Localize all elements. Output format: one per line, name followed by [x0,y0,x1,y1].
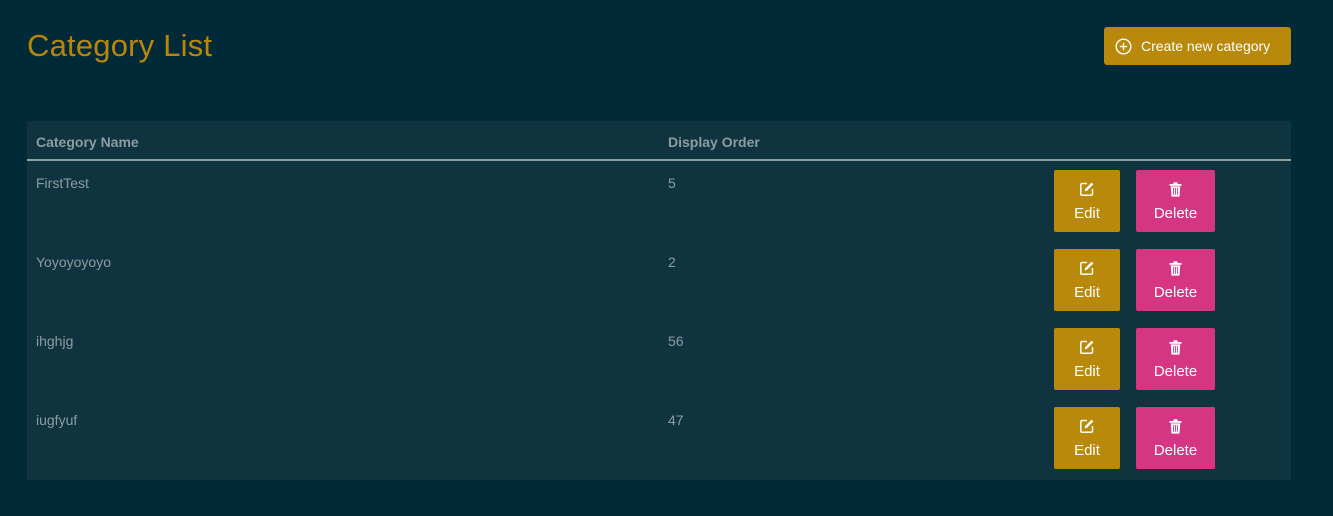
table-header: Category Name Display Order [27,121,1291,161]
display-order-cell: 2 [668,254,676,270]
table-body: FirstTest 5 Edit Delete Yoyoyoyoyo 2 Edi… [27,161,1291,477]
edit-label: Edit [1074,442,1100,459]
edit-icon [1079,339,1095,355]
display-order-cell: 56 [668,333,684,349]
display-order-cell: 5 [668,175,676,191]
delete-button[interactable]: Delete [1136,407,1215,469]
delete-label: Delete [1153,442,1198,459]
trash-icon [1169,418,1182,434]
delete-label: Delete [1153,363,1198,380]
table-row: ihghjg 56 Edit Delete [27,319,1291,398]
column-header-display-order: Display Order [668,134,760,150]
edit-label: Edit [1074,284,1100,301]
page-title: Category List [27,28,213,63]
table-row: FirstTest 5 Edit Delete [27,161,1291,240]
display-order-cell: 47 [668,412,684,428]
edit-button[interactable]: Edit [1054,249,1120,311]
delete-button[interactable]: Delete [1136,249,1215,311]
plus-circle-icon [1115,37,1132,55]
table-row: iugfyuf 47 Edit Delete [27,398,1291,477]
column-header-category-name: Category Name [36,134,139,150]
create-category-button[interactable]: Create new category [1104,27,1291,65]
edit-icon [1079,260,1095,276]
edit-button[interactable]: Edit [1054,407,1120,469]
edit-button[interactable]: Edit [1054,328,1120,390]
edit-label: Edit [1074,205,1100,222]
category-name-cell: Yoyoyoyoyo [36,254,111,270]
category-name-cell: iugfyuf [36,412,78,428]
create-category-label: Create new category [1141,38,1271,54]
delete-button[interactable]: Delete [1136,170,1215,232]
trash-icon [1169,339,1182,355]
category-name-cell: ihghjg [36,333,74,349]
trash-icon [1169,260,1182,276]
edit-icon [1079,418,1095,434]
delete-label: Delete [1153,284,1198,301]
edit-icon [1079,181,1095,197]
delete-label: Delete [1153,205,1198,222]
edit-label: Edit [1074,363,1100,380]
delete-button[interactable]: Delete [1136,328,1215,390]
table-row: Yoyoyoyoyo 2 Edit Delete [27,240,1291,319]
category-name-cell: FirstTest [36,175,89,191]
category-table: Category Name Display Order FirstTest 5 … [27,121,1291,480]
edit-button[interactable]: Edit [1054,170,1120,232]
trash-icon [1169,181,1182,197]
